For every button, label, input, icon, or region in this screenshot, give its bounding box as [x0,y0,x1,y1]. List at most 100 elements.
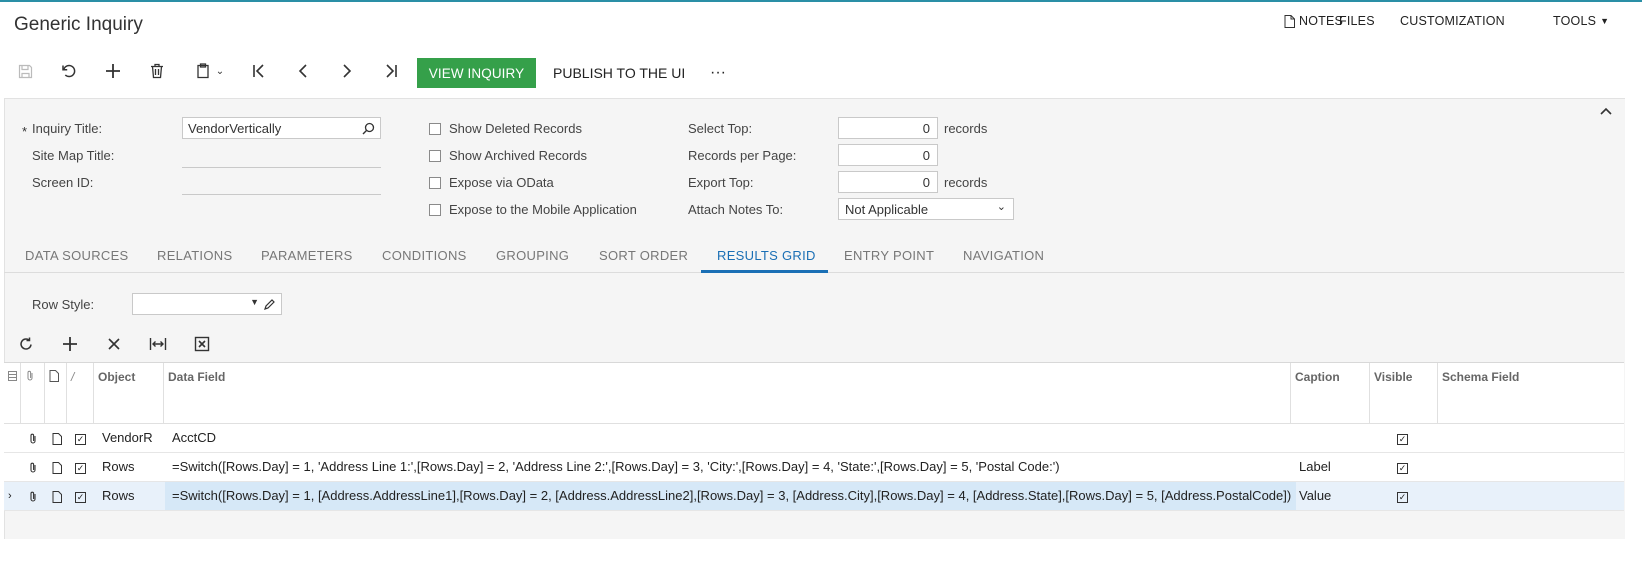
grid-settings-icon[interactable] [4,363,21,423]
add-icon[interactable] [100,58,126,84]
publish-to-ui-button[interactable]: PUBLISH TO THE UI [553,58,685,88]
caret-down-icon: ▼ [1600,16,1610,26]
chevron-down-icon: ⌄ [996,201,1006,213]
data-field-cell-active[interactable]: =Switch([Rows.Day] = 1, [Address.Address… [165,482,1296,510]
records-per-page-input[interactable]: 0 [838,144,938,166]
records-per-page-label: Records per Page: [688,148,797,163]
attachment-icon[interactable] [28,424,38,452]
previous-record-icon[interactable] [290,58,316,84]
tab-navigation[interactable]: NAVIGATION [963,248,1044,263]
tab-entry-point[interactable]: ENTRY POINT [844,248,934,263]
note-icon[interactable] [52,482,62,510]
visible-checkbox[interactable]: ✓ [1397,424,1408,452]
tab-sort-order[interactable]: SORT ORDER [599,248,688,263]
caption-cell[interactable]: Value [1299,482,1331,510]
tab-relations[interactable]: RELATIONS [157,248,232,263]
save-icon[interactable] [12,58,38,84]
screen-id-label: Screen ID: [32,175,94,190]
export-top-label: Export Top: [688,175,754,190]
undo-icon[interactable] [56,58,82,84]
delete-icon[interactable] [144,58,170,84]
note-icon [1284,14,1295,28]
column-header-visible[interactable]: Visible [1370,363,1438,423]
add-row-icon[interactable] [62,336,78,355]
data-field-cell[interactable]: AcctCD [172,424,216,452]
active-tab-indicator [701,270,828,273]
inquiry-title-value: VendorVertically [188,121,282,136]
page-title: Generic Inquiry [14,14,143,35]
expose-odata-label: Expose via OData [449,175,554,190]
last-record-icon[interactable] [378,58,404,84]
row-style-select[interactable]: ▼ [132,293,282,315]
table-row-selected[interactable]: › ✓ Rows =Switch([Rows.Day] = 1, [Addres… [4,482,1624,511]
clipboard-dropdown[interactable]: ⌄ [190,58,230,84]
notes-button[interactable]: NOTES [1284,14,1343,28]
expose-mobile-checkbox[interactable] [429,204,441,216]
customization-label: CUSTOMIZATION [1400,14,1505,28]
tab-conditions[interactable]: CONDITIONS [382,248,467,263]
attach-notes-select[interactable]: Not Applicable ⌄ [838,198,1014,220]
object-cell[interactable]: Rows [102,453,135,481]
column-header-caption[interactable]: Caption [1291,363,1370,423]
attach-notes-value: Not Applicable [845,202,929,217]
export-top-input[interactable]: 0 [838,171,938,193]
table-row[interactable]: ✓ Rows =Switch([Rows.Day] = 1, 'Address … [4,453,1624,482]
site-map-title-label: Site Map Title: [32,148,115,163]
expose-odata-checkbox[interactable] [429,177,441,189]
first-record-icon[interactable] [246,58,272,84]
export-excel-icon[interactable] [194,336,210,355]
attachment-icon [21,363,45,423]
object-cell[interactable]: Rows [102,482,135,510]
files-button[interactable]: FILES [1339,14,1375,28]
refresh-icon[interactable] [18,336,34,355]
show-archived-checkbox[interactable] [429,150,441,162]
visible-checkbox[interactable]: ✓ [1397,482,1408,510]
table-row[interactable]: ✓ VendorR AcctCD ✓ [4,424,1624,453]
notes-label: NOTES [1299,14,1344,28]
screen-id-input[interactable] [182,172,381,195]
object-cell[interactable]: VendorR [102,424,153,452]
attachment-icon[interactable] [28,453,38,481]
tools-label: TOOLS [1553,14,1597,28]
active-checkbox[interactable]: ✓ [75,482,86,510]
attachment-icon[interactable] [28,482,38,510]
attach-notes-label: Attach Notes To: [688,202,784,217]
tab-results-grid[interactable]: RESULTS GRID [717,248,816,263]
tab-data-sources[interactable]: DATA SOURCES [25,248,129,263]
clipboard-icon [197,63,209,79]
select-top-unit: records [944,121,988,136]
column-header-schema-field[interactable]: Schema Field [1438,363,1624,423]
required-marker: * [22,124,28,139]
tools-button[interactable]: TOOLS ▼ [1553,14,1609,28]
row-selector-chevron-icon[interactable]: › [8,482,12,510]
row-style-label: Row Style: [32,297,95,312]
tab-grouping[interactable]: GROUPING [496,248,569,263]
expose-mobile-label: Expose to the Mobile Application [449,202,637,217]
site-map-title-input[interactable] [182,145,381,168]
inquiry-title-input[interactable]: VendorVertically [182,117,381,139]
column-header-object[interactable]: Object [94,363,164,423]
more-actions-button[interactable]: ··· [710,58,726,88]
edit-icon[interactable] [263,298,276,311]
active-checkbox[interactable]: ✓ [75,424,86,452]
select-top-input[interactable]: 0 [838,117,938,139]
caret-down-icon: ▼ [250,297,259,307]
visible-checkbox[interactable]: ✓ [1397,453,1408,481]
delete-row-icon[interactable] [107,337,121,354]
caption-cell[interactable]: Label [1299,453,1331,481]
customization-button[interactable]: CUSTOMIZATION [1400,14,1505,28]
note-icon[interactable] [52,424,62,452]
note-icon [45,363,67,423]
collapse-icon[interactable] [1599,104,1613,118]
active-checkbox[interactable]: ✓ [75,453,86,481]
show-deleted-checkbox[interactable] [429,123,441,135]
inquiry-title-label: Inquiry Title: [32,121,103,136]
tab-parameters[interactable]: PARAMETERS [261,248,353,263]
fit-columns-icon[interactable] [149,336,167,355]
data-field-cell[interactable]: =Switch([Rows.Day] = 1, 'Address Line 1:… [172,453,1287,481]
note-icon[interactable] [52,453,62,481]
next-record-icon[interactable] [334,58,360,84]
search-icon[interactable] [362,122,375,135]
view-inquiry-button[interactable]: VIEW INQUIRY [417,58,536,88]
column-header-data-field[interactable]: Data Field [164,363,1291,423]
